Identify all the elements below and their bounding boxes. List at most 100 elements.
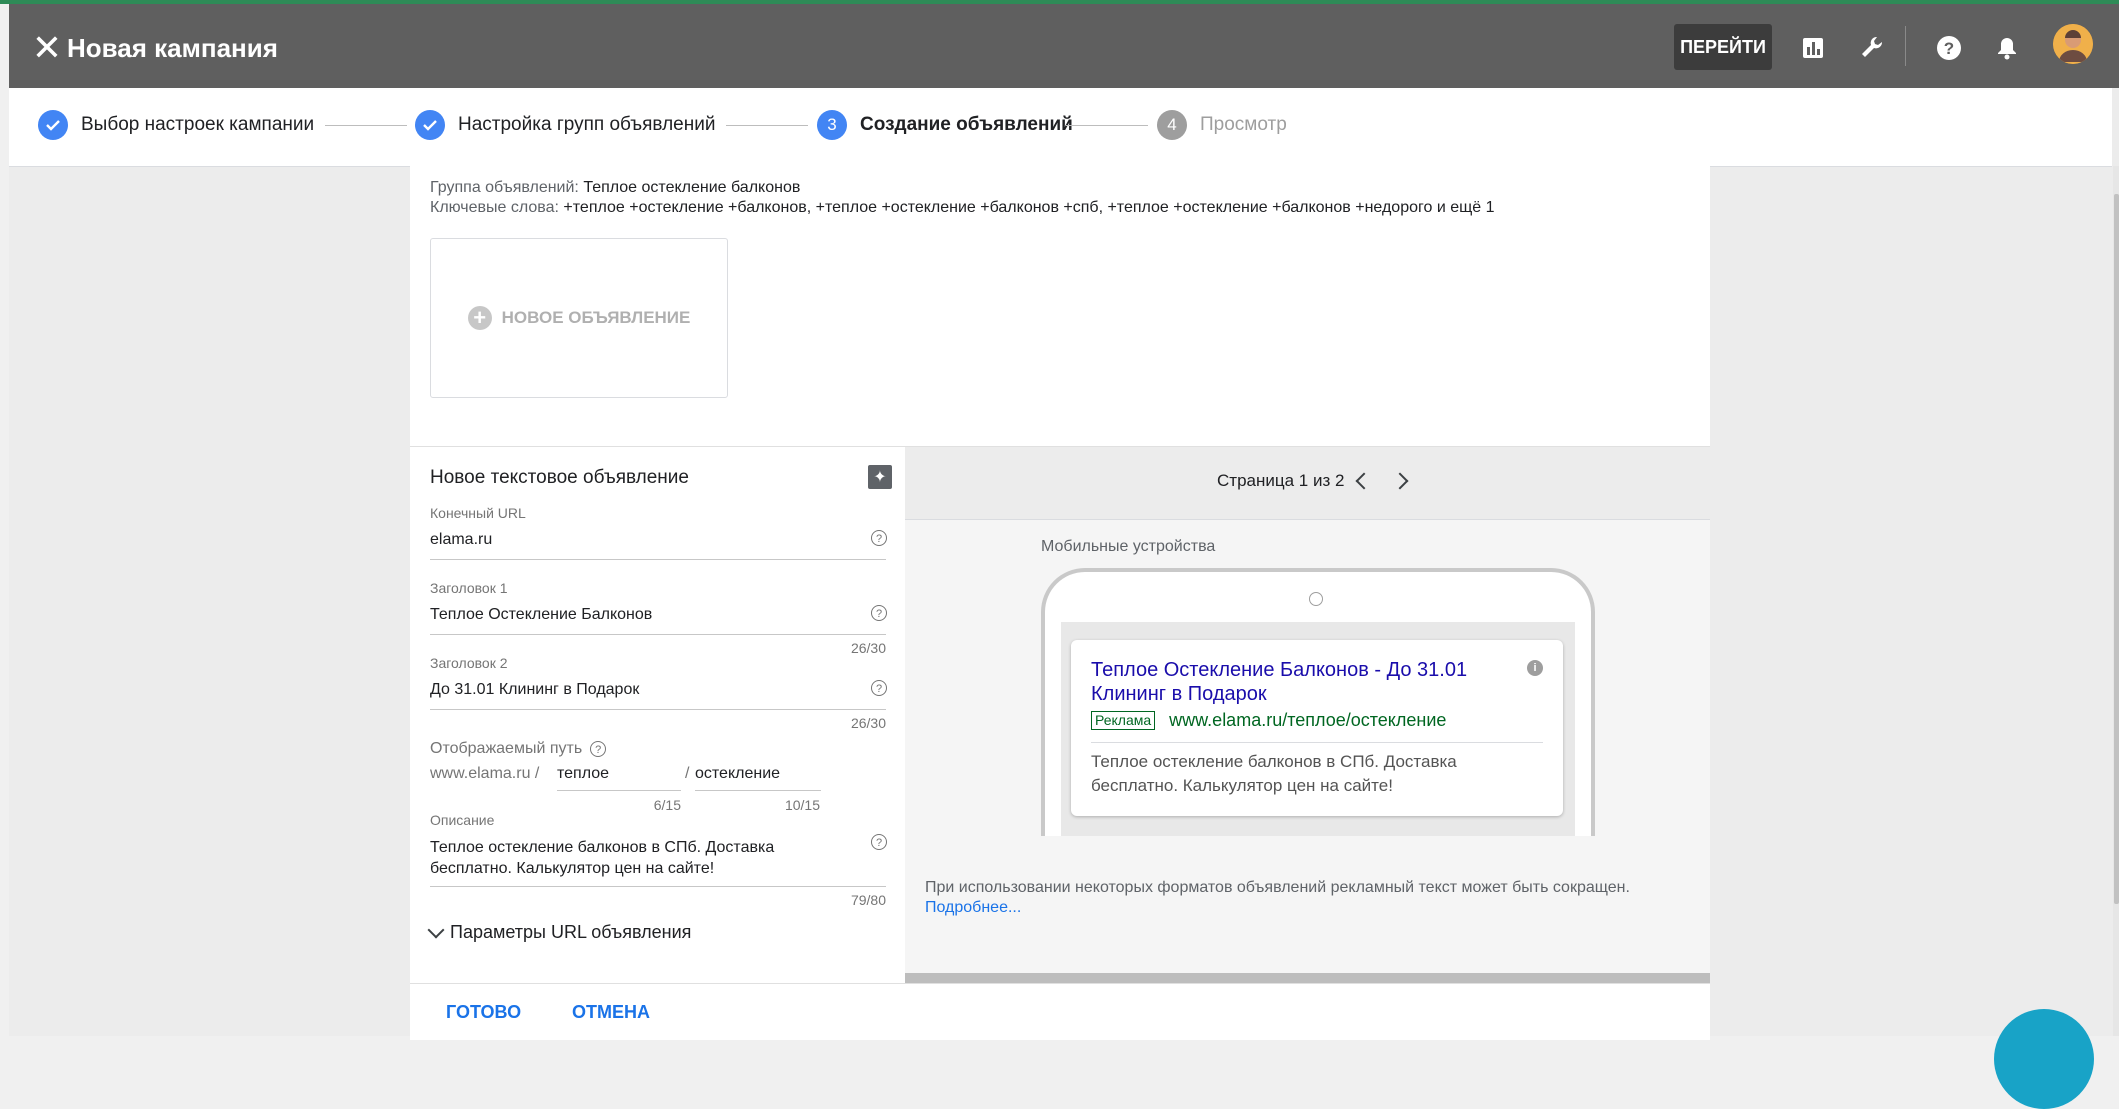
divider: [410, 983, 1710, 984]
ad-headline: Теплое Остекление Балконов - До 31.01 Кл…: [1091, 658, 1511, 706]
scrollbar-thumb[interactable]: [2114, 194, 2119, 904]
ad-divider: [1091, 742, 1543, 743]
headline2-input[interactable]: До 31.01 Клининг в Подарок: [430, 681, 639, 699]
final-url-label: Конечный URL: [430, 505, 526, 521]
chevron-left-icon[interactable]: [1355, 472, 1373, 490]
ad-badge: Реклама: [1091, 711, 1156, 730]
step-label: Выбор настроек кампании: [81, 114, 315, 135]
headline1-input[interactable]: Теплое Остекление Балконов: [430, 606, 652, 624]
help-icon[interactable]: ?: [1929, 28, 1969, 68]
close-icon[interactable]: ✕: [27, 28, 67, 68]
preview-header: Страница 1 из 2: [905, 447, 1710, 520]
headline2-label: Заголовок 2: [430, 655, 508, 671]
step-label: Просмотр: [1200, 114, 1287, 135]
headline1-counter: 26/30: [850, 640, 886, 656]
pager-label: Страница 1 из 2: [1217, 471, 1345, 490]
chevron-down-icon: [427, 921, 445, 938]
ad-description-line: Теплое остекление балконов в СПб. Достав…: [1091, 752, 1457, 771]
field-underline: [430, 634, 886, 635]
ad-group-card: Группа объявлений: Теплое остекление бал…: [410, 166, 1710, 1040]
page-title: Новая кампания: [67, 33, 278, 63]
description-line: Теплое остекление балконов в СПб. Достав…: [430, 839, 775, 856]
tools-icon[interactable]: [1851, 28, 1891, 68]
step-connector: [1066, 125, 1148, 126]
new-ad-label: НОВОЕ ОБЪЯВЛЕНИЕ: [501, 308, 691, 327]
ad-url-row: Реклама www.elama.ru/теплое/остекление: [1091, 710, 1446, 731]
path1-input[interactable]: теплое: [557, 765, 609, 783]
help-icon[interactable]: ?: [871, 605, 887, 621]
page: ✕ Новая кампания ПЕРЕЙТИ ? Выбор настрое…: [9, 4, 2119, 1109]
group-label: Группа объявлений:: [430, 179, 579, 196]
ad-group-info: Группа объявлений: Теплое остекление бал…: [430, 178, 1495, 218]
info-icon[interactable]: i: [1527, 660, 1543, 676]
ad-headline-line: Теплое Остекление Балконов - До 31.01: [1091, 659, 1468, 681]
chevron-right-icon[interactable]: [1391, 472, 1409, 490]
step-label: Создание объявлений: [860, 114, 1073, 135]
step-connector: [325, 125, 407, 126]
step-connector: [726, 125, 808, 126]
notice-text: При использовании некоторых форматов объ…: [925, 879, 1630, 896]
text-ad-form: Новое текстовое объявление ✦ Конечный UR…: [410, 447, 905, 983]
feedback-icon[interactable]: ✦: [868, 465, 892, 489]
path2-input[interactable]: остекление: [695, 765, 780, 783]
headline1-label: Заголовок 1: [430, 580, 508, 596]
field-underline: [430, 709, 886, 710]
learn-more-link[interactable]: Подробнее...: [925, 898, 1685, 918]
check-icon: [38, 110, 68, 140]
notifications-icon[interactable]: [1987, 28, 2027, 68]
help-icon[interactable]: ?: [871, 680, 887, 696]
device-label: Мобильные устройства: [1041, 538, 1216, 555]
cancel-button[interactable]: ОТМЕНА: [572, 1002, 650, 1023]
url-params-label: Параметры URL объявления: [450, 922, 692, 942]
step-campaign-settings[interactable]: Выбор настроек кампании: [38, 108, 314, 142]
phone-screen: Теплое Остекление Балконов - До 31.01 Кл…: [1061, 622, 1575, 836]
preview-pager: Страница 1 из 2: [1217, 471, 1409, 491]
display-path-domain: www.elama.ru /: [430, 765, 540, 782]
field-underline: [695, 790, 821, 791]
headline2-counter: 26/30: [850, 715, 886, 731]
keywords-list: +теплое +остекление +балконов, +теплое +…: [563, 199, 1495, 216]
goto-button[interactable]: ПЕРЕЙТИ: [1674, 24, 1772, 70]
ad-description: Теплое остекление балконов в СПб. Достав…: [1091, 750, 1531, 798]
svg-text:?: ?: [1944, 39, 1954, 58]
preview-scrollbar[interactable]: [905, 973, 1710, 983]
step-label: Настройка групп объявлений: [458, 114, 716, 135]
ad-display-url: www.elama.ru/теплое/остекление: [1169, 710, 1447, 730]
chat-widget-button[interactable]: [1994, 1009, 2094, 1109]
help-icon[interactable]: ?: [871, 530, 887, 546]
final-url-input[interactable]: elama.ru: [430, 531, 492, 549]
field-underline: [430, 886, 886, 887]
step-number: 3: [817, 110, 847, 140]
description-line: бесплатно. Калькулятор цен на сайте!: [430, 860, 715, 877]
keywords-label: Ключевые слова:: [430, 199, 559, 216]
path2-counter: 10/15: [784, 797, 820, 813]
description-label: Описание: [430, 812, 495, 828]
field-underline: [430, 559, 886, 560]
reports-icon[interactable]: [1793, 28, 1833, 68]
top-bar: ✕ Новая кампания ПЕРЕЙТИ ?: [9, 4, 2119, 88]
avatar[interactable]: [2053, 24, 2093, 64]
toolbar-separator: [1905, 26, 1906, 66]
url-params-toggle[interactable]: Параметры URL объявления: [427, 921, 692, 943]
new-ad-button[interactable]: + НОВОЕ ОБЪЯВЛЕНИЕ: [430, 238, 728, 398]
step-review[interactable]: 4 Просмотр: [1157, 108, 1287, 142]
check-icon: [415, 110, 445, 140]
ad-headline-line: Клининг в Подарок: [1091, 683, 1267, 705]
path1-counter: 6/15: [653, 797, 681, 813]
done-button[interactable]: ГОТОВО: [446, 1002, 521, 1023]
help-icon[interactable]: ?: [590, 741, 607, 757]
campaign-stepper: Выбор настроек кампании Настройка групп …: [9, 88, 2112, 167]
field-underline: [557, 790, 681, 791]
description-input[interactable]: Теплое остекление балконов в СПб. Достав…: [430, 837, 774, 879]
display-path-label: Отображаемый путь ?: [430, 740, 607, 758]
display-path-label-text: Отображаемый путь: [430, 740, 583, 757]
step-create-ads[interactable]: 3 Создание объявлений: [817, 108, 1073, 142]
form-title: Новое текстовое объявление: [430, 467, 689, 488]
group-name: Теплое остекление балконов: [583, 179, 801, 196]
ad-preview-pane: Страница 1 из 2 Мобильные устройства Теп…: [905, 447, 1710, 983]
path-separator: /: [685, 765, 690, 782]
truncation-notice: При использовании некоторых форматов объ…: [925, 878, 1685, 918]
phone-frame: Теплое Остекление Балконов - До 31.01 Кл…: [1041, 568, 1595, 836]
step-ad-groups[interactable]: Настройка групп объявлений: [415, 108, 715, 142]
help-icon[interactable]: ?: [871, 834, 887, 850]
